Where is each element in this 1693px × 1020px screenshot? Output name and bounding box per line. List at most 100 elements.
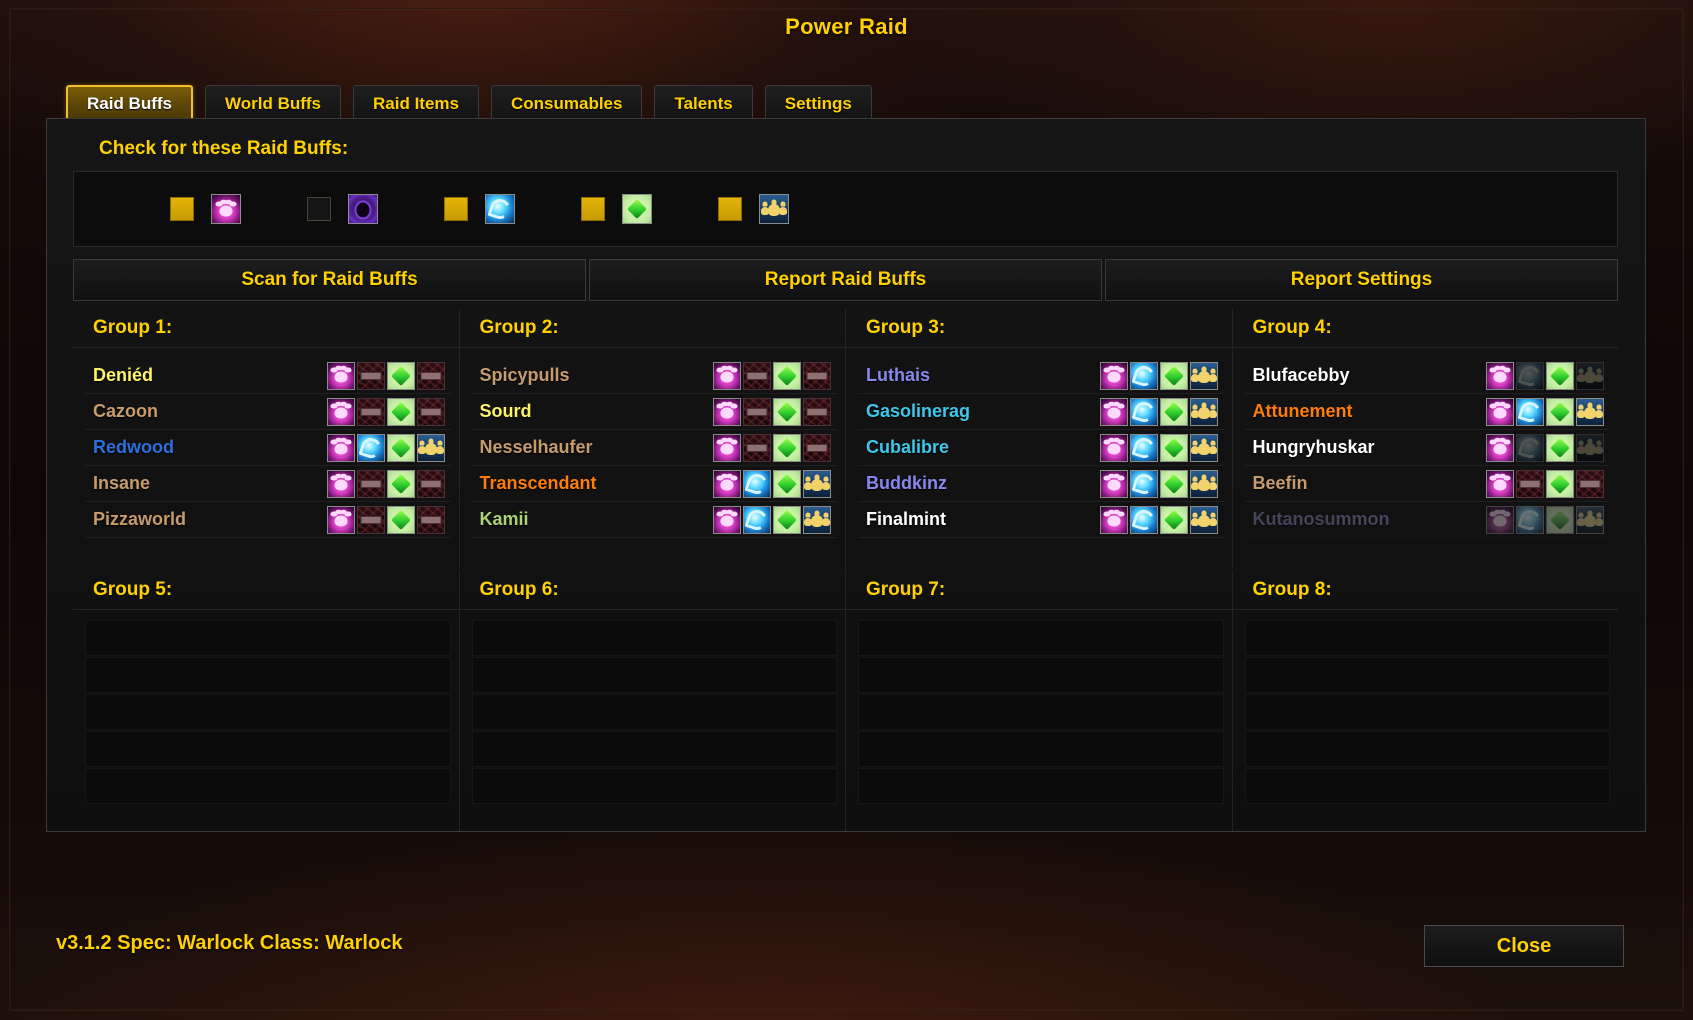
player-row[interactable]: Transcendant — [471, 466, 837, 502]
missing-icon[interactable] — [743, 361, 771, 390]
blessing-kings-icon[interactable] — [803, 505, 831, 534]
arcane-intellect-icon[interactable] — [1516, 361, 1544, 390]
missing-icon[interactable] — [803, 397, 831, 426]
player-row[interactable]: Nesselhaufer — [471, 430, 837, 466]
arcane-intellect-icon[interactable] — [1129, 433, 1158, 462]
mark-of-the-wild-icon[interactable] — [713, 433, 741, 462]
player-row[interactable]: Pizzaworld — [85, 502, 451, 538]
blessing-kings-icon[interactable] — [1189, 433, 1218, 462]
button-scan-for-raid-buffs[interactable]: Scan for Raid Buffs — [73, 259, 586, 301]
divine-spirit-icon[interactable] — [622, 194, 652, 224]
divine-spirit-icon[interactable] — [1546, 397, 1574, 426]
mark-of-the-wild-icon[interactable] — [326, 469, 355, 498]
divine-spirit-icon[interactable] — [386, 505, 415, 534]
missing-icon[interactable] — [803, 433, 831, 462]
checkbox-arcane-intellect[interactable] — [444, 197, 468, 221]
close-button[interactable]: Close — [1424, 925, 1624, 967]
player-row[interactable]: Redwood — [85, 430, 451, 466]
arcane-intellect-icon[interactable] — [1129, 505, 1158, 534]
divine-spirit-icon[interactable] — [1159, 397, 1188, 426]
missing-icon[interactable] — [416, 361, 445, 390]
mark-of-the-wild-icon[interactable] — [1099, 469, 1128, 498]
divine-spirit-icon[interactable] — [1546, 469, 1574, 498]
divine-spirit-icon[interactable] — [1159, 469, 1188, 498]
divine-spirit-icon[interactable] — [386, 361, 415, 390]
mark-of-the-wild-icon[interactable] — [326, 397, 355, 426]
checkbox-shadow-protection[interactable] — [307, 197, 331, 221]
divine-spirit-icon[interactable] — [1546, 433, 1574, 462]
blessing-kings-icon[interactable] — [1576, 505, 1604, 534]
mark-of-the-wild-icon[interactable] — [1486, 433, 1514, 462]
mark-of-the-wild-icon[interactable] — [713, 505, 741, 534]
divine-spirit-icon[interactable] — [1546, 505, 1574, 534]
arcane-intellect-icon[interactable] — [1129, 397, 1158, 426]
arcane-intellect-icon[interactable] — [485, 194, 515, 224]
player-row[interactable]: Kutanosummon — [1244, 502, 1610, 538]
blessing-kings-icon[interactable] — [1576, 397, 1604, 426]
mark-of-the-wild-icon[interactable] — [713, 469, 741, 498]
divine-spirit-icon[interactable] — [773, 469, 801, 498]
checkbox-mark-of-the-wild[interactable] — [170, 197, 194, 221]
buff-toggle-blessing-kings[interactable] — [718, 194, 789, 224]
mark-of-the-wild-icon[interactable] — [1099, 433, 1128, 462]
mark-of-the-wild-icon[interactable] — [1486, 397, 1514, 426]
button-report-settings[interactable]: Report Settings — [1105, 259, 1618, 301]
divine-spirit-icon[interactable] — [1546, 361, 1574, 390]
missing-icon[interactable] — [416, 505, 445, 534]
player-row[interactable]: Finalmint — [858, 502, 1224, 538]
divine-spirit-icon[interactable] — [386, 469, 415, 498]
player-row[interactable]: Beefin — [1244, 466, 1610, 502]
shadow-protection-icon[interactable] — [348, 194, 378, 224]
player-row[interactable]: Kamii — [471, 502, 837, 538]
mark-of-the-wild-icon[interactable] — [326, 361, 355, 390]
divine-spirit-icon[interactable] — [773, 433, 801, 462]
missing-icon[interactable] — [803, 361, 831, 390]
blessing-kings-icon[interactable] — [1189, 469, 1218, 498]
missing-icon[interactable] — [1516, 469, 1544, 498]
blessing-kings-icon[interactable] — [1189, 505, 1218, 534]
divine-spirit-icon[interactable] — [1159, 433, 1188, 462]
blessing-kings-icon[interactable] — [1189, 397, 1218, 426]
player-row[interactable]: Blufacebby — [1244, 358, 1610, 394]
player-row[interactable]: Buddkinz — [858, 466, 1224, 502]
arcane-intellect-icon[interactable] — [356, 433, 385, 462]
checkbox-divine-spirit[interactable] — [581, 197, 605, 221]
buff-toggle-arcane-intellect[interactable] — [444, 194, 515, 224]
missing-icon[interactable] — [416, 469, 445, 498]
blessing-kings-icon[interactable] — [1576, 361, 1604, 390]
player-row[interactable]: Attunement — [1244, 394, 1610, 430]
mark-of-the-wild-icon[interactable] — [326, 433, 355, 462]
blessing-kings-icon[interactable] — [416, 433, 445, 462]
mark-of-the-wild-icon[interactable] — [1486, 361, 1514, 390]
player-row[interactable]: Cubalibre — [858, 430, 1224, 466]
missing-icon[interactable] — [356, 361, 385, 390]
missing-icon[interactable] — [1576, 469, 1604, 498]
button-report-raid-buffs[interactable]: Report Raid Buffs — [589, 259, 1102, 301]
checkbox-blessing-kings[interactable] — [718, 197, 742, 221]
player-row[interactable]: Cazoon — [85, 394, 451, 430]
arcane-intellect-icon[interactable] — [1129, 469, 1158, 498]
arcane-intellect-icon[interactable] — [743, 469, 771, 498]
mark-of-the-wild-icon[interactable] — [713, 361, 741, 390]
player-row[interactable]: Insane — [85, 466, 451, 502]
divine-spirit-icon[interactable] — [386, 433, 415, 462]
arcane-intellect-icon[interactable] — [1516, 505, 1544, 534]
missing-icon[interactable] — [356, 469, 385, 498]
mark-of-the-wild-icon[interactable] — [326, 505, 355, 534]
divine-spirit-icon[interactable] — [1159, 361, 1188, 390]
divine-spirit-icon[interactable] — [773, 397, 801, 426]
blessing-kings-icon[interactable] — [803, 469, 831, 498]
divine-spirit-icon[interactable] — [773, 361, 801, 390]
missing-icon[interactable] — [743, 397, 771, 426]
missing-icon[interactable] — [743, 433, 771, 462]
arcane-intellect-icon[interactable] — [743, 505, 771, 534]
missing-icon[interactable] — [416, 397, 445, 426]
mark-of-the-wild-icon[interactable] — [1099, 361, 1128, 390]
mark-of-the-wild-icon[interactable] — [1099, 505, 1128, 534]
buff-toggle-shadow-protection[interactable] — [307, 194, 378, 224]
divine-spirit-icon[interactable] — [773, 505, 801, 534]
blessing-kings-icon[interactable] — [1189, 361, 1218, 390]
mark-of-the-wild-icon[interactable] — [1486, 505, 1514, 534]
player-row[interactable]: Deniéd — [85, 358, 451, 394]
player-row[interactable]: Gasolinerag — [858, 394, 1224, 430]
